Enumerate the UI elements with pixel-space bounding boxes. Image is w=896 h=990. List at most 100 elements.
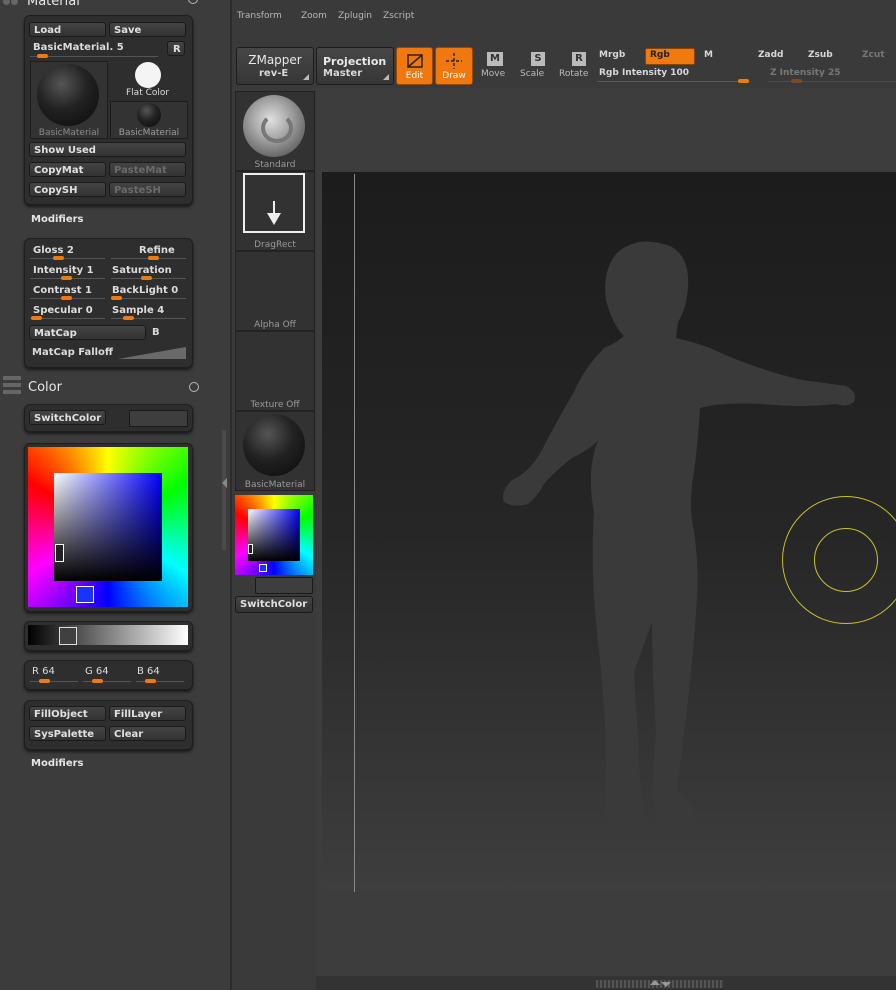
texture-button[interactable]: Texture Off — [235, 331, 315, 411]
tray-scroll-handle[interactable] — [222, 430, 226, 550]
backlight-knob[interactable] — [111, 296, 122, 300]
gray-ramp[interactable] — [28, 625, 188, 645]
expand-arrow-icon[interactable] — [650, 980, 660, 985]
palette-drag-icon[interactable] — [3, 0, 21, 6]
projection-master-button[interactable]: Projection Master — [316, 47, 394, 85]
sample-knob[interactable] — [123, 316, 134, 320]
menu-zscript[interactable]: Zscript — [383, 11, 414, 21]
green-knob[interactable] — [92, 679, 103, 683]
mini-secondary-swatch[interactable] — [255, 577, 313, 594]
collapse-arrow-icon[interactable] — [661, 982, 671, 987]
current-material-knob[interactable] — [37, 54, 48, 58]
z-intensity-knob[interactable] — [791, 79, 802, 83]
mini-color-cursor[interactable] — [248, 544, 253, 554]
mini-sv-square[interactable] — [248, 509, 300, 561]
material-thumbnail[interactable]: BasicMaterial — [30, 61, 108, 139]
shelf-switchcolor-button[interactable]: SwitchColor — [235, 596, 313, 613]
material-button[interactable]: BasicMaterial — [235, 411, 315, 491]
pastesh-button[interactable]: PasteSH — [109, 182, 186, 197]
rotate-mode-button[interactable]: R Rotate — [556, 48, 592, 82]
alpha-label: Alpha Off — [254, 320, 296, 330]
show-used-button[interactable]: Show Used — [29, 142, 186, 157]
saturation-slider[interactable]: Saturation — [112, 265, 172, 276]
color-modifiers-title[interactable]: Modifiers — [31, 758, 84, 769]
edit-mode-button[interactable]: Edit — [396, 47, 433, 85]
backlight-slider[interactable]: BackLight 0 — [112, 285, 178, 296]
matcap-falloff-curve[interactable] — [118, 345, 186, 360]
modifiers-subpalette-title[interactable]: Modifiers — [31, 214, 84, 225]
z-intensity-slider[interactable]: Z Intensity 25 — [770, 68, 841, 78]
material-palette-title[interactable]: Material — [27, 0, 80, 9]
flat-color-sphere-icon[interactable] — [135, 62, 161, 88]
save-button[interactable]: Save — [109, 22, 186, 37]
reset-button[interactable]: R — [167, 41, 185, 56]
rotate-icon: R — [572, 52, 586, 66]
move-mode-button[interactable]: M Move — [477, 48, 507, 82]
load-button[interactable]: Load — [29, 22, 106, 37]
copysh-button[interactable]: CopySH — [29, 182, 106, 197]
saturation-value-square[interactable] — [54, 473, 162, 581]
mini-hue-cursor[interactable] — [259, 564, 267, 572]
color-cursor[interactable] — [55, 544, 64, 562]
contrast-knob[interactable] — [61, 296, 72, 300]
rgb-intensity-knob[interactable] — [738, 79, 749, 83]
zcut-button[interactable]: Zcut — [862, 50, 885, 60]
secondary-color-swatch[interactable] — [129, 410, 188, 427]
menu-zoom[interactable]: Zoom — [301, 11, 327, 21]
clear-button[interactable]: Clear — [109, 726, 186, 741]
zmapper-button[interactable]: ZMapper rev-E — [236, 47, 314, 85]
red-knob[interactable] — [39, 679, 50, 683]
mini-color-picker[interactable] — [235, 495, 313, 575]
m-button[interactable]: M — [704, 50, 713, 60]
rgb-button[interactable]: Rgb — [645, 48, 695, 65]
blue-slider[interactable]: B 64 — [137, 666, 160, 677]
filllayer-button[interactable]: FillLayer — [109, 706, 186, 721]
collapse-arrow-icon[interactable] — [222, 478, 227, 488]
material-sphere-icon — [243, 414, 305, 476]
hue-cursor[interactable] — [76, 586, 94, 603]
menu-transform[interactable]: Transform — [237, 11, 282, 21]
refine-knob[interactable] — [148, 256, 159, 260]
zadd-button[interactable]: Zadd — [758, 50, 783, 60]
alpha-button[interactable]: Alpha Off — [235, 251, 315, 331]
fillobject-button[interactable]: FillObject — [29, 706, 106, 721]
green-slider[interactable]: G 64 — [85, 666, 109, 677]
specular-slider[interactable]: Specular 0 — [33, 305, 93, 316]
zsub-button[interactable]: Zsub — [808, 50, 833, 60]
current-material-slider[interactable]: BasicMaterial. 5 — [33, 42, 124, 53]
intensity-knob[interactable] — [61, 276, 72, 280]
stroke-button[interactable]: DragRect — [235, 171, 315, 251]
brush-button[interactable]: Standard — [235, 91, 315, 171]
bottom-scroll-handle[interactable] — [596, 980, 724, 988]
saturation-knob[interactable] — [141, 276, 152, 280]
small-sphere-icon — [137, 103, 161, 127]
scale-mode-button[interactable]: S Scale — [516, 48, 546, 82]
gloss-slider[interactable]: Gloss 2 — [33, 245, 74, 256]
menu-zplugin[interactable]: Zplugin — [338, 11, 372, 21]
matcap-b-toggle[interactable]: B — [152, 327, 160, 338]
gray-ramp-cursor[interactable] — [59, 627, 77, 645]
mrgb-button[interactable]: Mrgb — [599, 50, 625, 60]
copymat-button[interactable]: CopyMat — [29, 162, 106, 177]
palette-drag-icon[interactable] — [3, 375, 21, 395]
zmapper-sub: rev-E — [259, 68, 289, 79]
red-slider[interactable]: R 64 — [32, 666, 55, 677]
matcap-button[interactable]: MatCap — [29, 325, 146, 340]
gloss-knob[interactable] — [53, 256, 64, 260]
contrast-slider[interactable]: Contrast 1 — [33, 285, 92, 296]
zmapper-label: ZMapper — [248, 53, 302, 67]
syspalette-button[interactable]: SysPalette — [29, 726, 106, 741]
blue-knob[interactable] — [145, 679, 156, 683]
specular-knob[interactable] — [31, 316, 42, 320]
refresh-icon[interactable] — [189, 382, 199, 392]
draw-mode-button[interactable]: Draw — [435, 47, 473, 85]
rgb-intensity-slider[interactable]: Rgb Intensity 100 — [599, 68, 689, 78]
flat-color-label: Flat Color — [126, 88, 170, 98]
sample-slider[interactable]: Sample 4 — [112, 305, 164, 316]
refine-slider[interactable]: Refine — [139, 245, 175, 256]
switchcolor-button[interactable]: SwitchColor — [29, 410, 106, 425]
pastemat-button[interactable]: PasteMat — [109, 162, 186, 177]
color-palette-title[interactable]: Color — [28, 380, 62, 395]
intensity-slider[interactable]: Intensity 1 — [33, 265, 94, 276]
material-small-thumbnail[interactable]: BasicMaterial — [110, 101, 188, 139]
